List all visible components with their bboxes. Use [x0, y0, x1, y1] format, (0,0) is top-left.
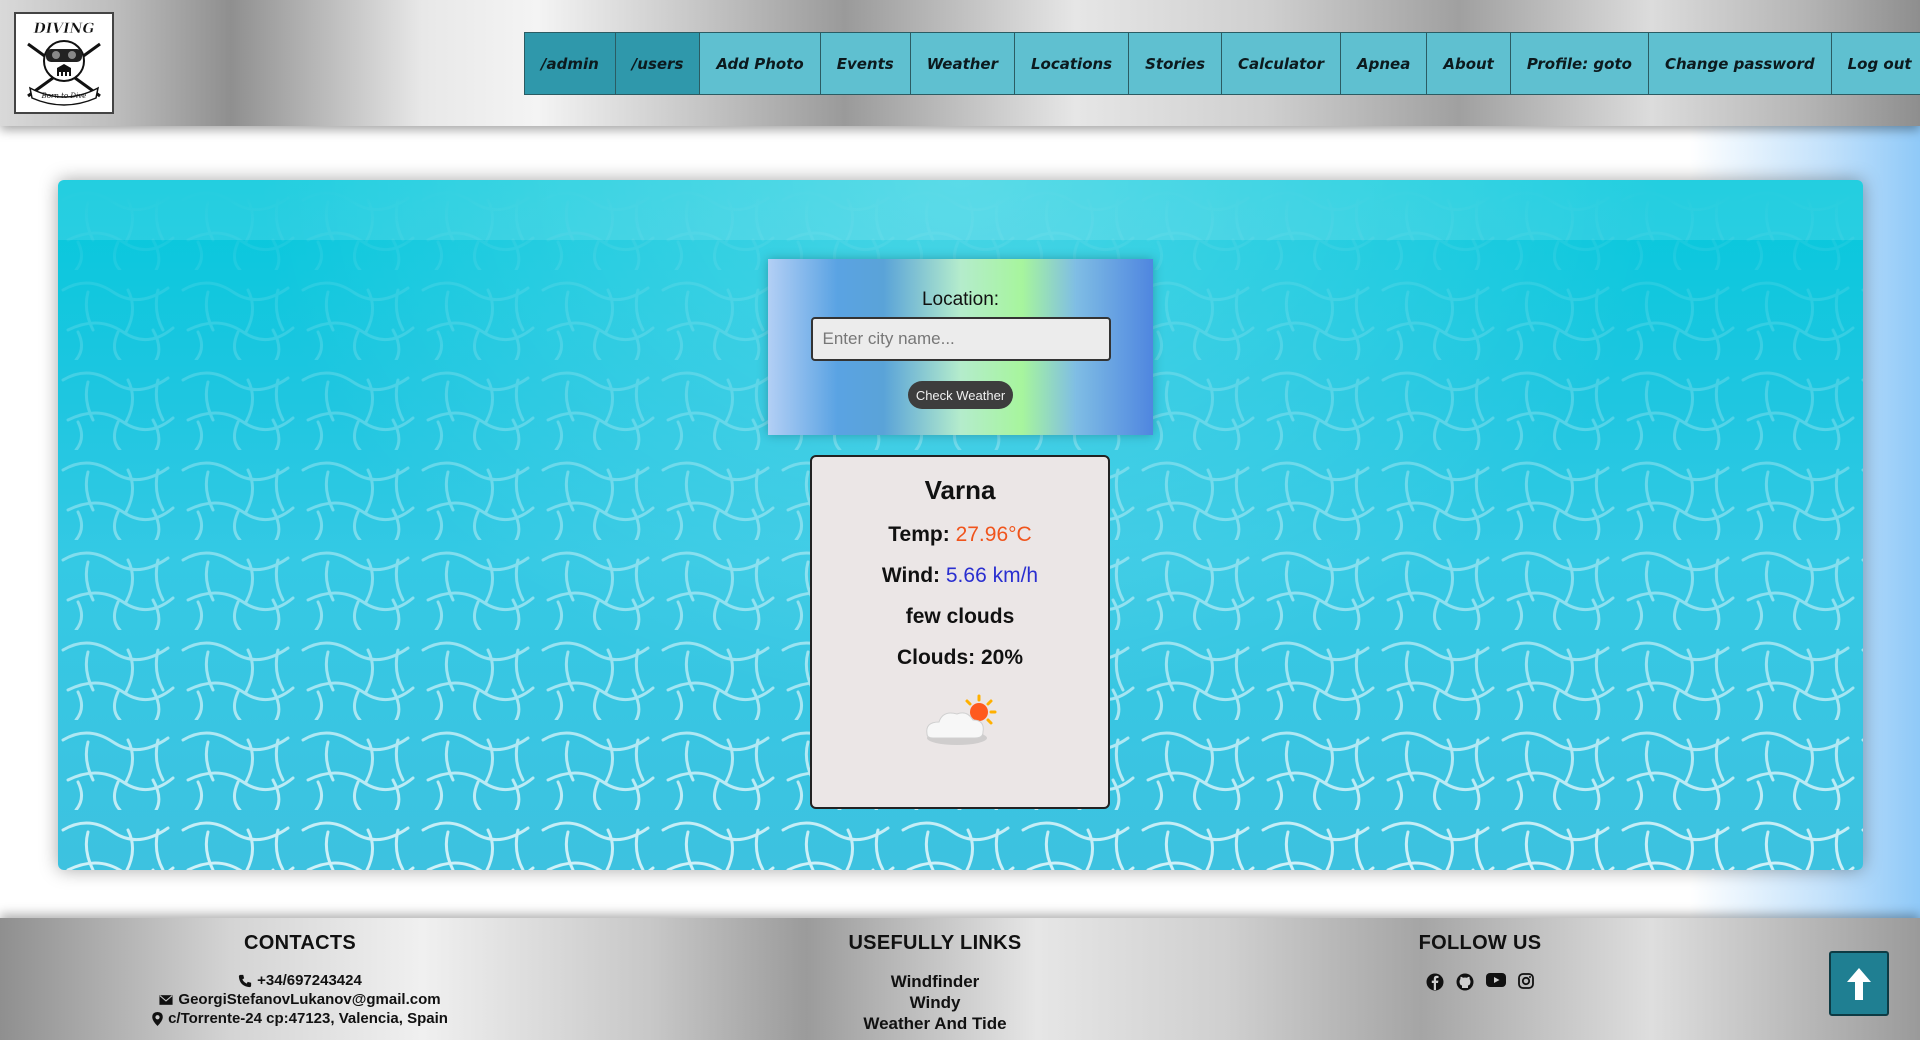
- contacts-title: CONTACTS: [243, 932, 357, 954]
- diving-skull-logo-icon: DIVING Born to Dive: [27, 21, 101, 106]
- link-windfinder[interactable]: Windfinder: [835, 971, 1035, 992]
- phone-number: +34/697243424: [257, 972, 362, 989]
- nav-apnea[interactable]: Apnea: [1341, 33, 1428, 94]
- facebook-icon[interactable]: [1426, 973, 1444, 991]
- clouds-row: Clouds: 20%: [897, 646, 1023, 670]
- contact-email: GeorgiStefanovLukanov@gmail.com: [140, 990, 460, 1009]
- social-links: [1380, 973, 1580, 991]
- temp-value: 27.96°C: [955, 523, 1032, 546]
- location-search-panel: Location: Check Weather: [768, 259, 1153, 435]
- github-icon[interactable]: [1456, 973, 1474, 991]
- city-name-input[interactable]: [810, 317, 1111, 361]
- follow-us-title: FOLLOW US: [1418, 932, 1542, 954]
- nav-events[interactable]: Events: [820, 33, 911, 94]
- temp-label: Temp:: [888, 523, 950, 546]
- arrow-up-icon: [1847, 967, 1871, 1000]
- site-logo[interactable]: DIVING Born to Dive: [14, 12, 114, 114]
- useful-links-section: USEFULLY LINKS Windfinder Windy Weather …: [835, 932, 1035, 1034]
- few-clouds-icon: [917, 692, 1003, 753]
- contact-phone: +34/697243424: [140, 971, 460, 990]
- nav-admin[interactable]: /admin: [525, 33, 616, 94]
- useful-links-title: USEFULLY LINKS: [848, 932, 1022, 954]
- main-nav: /admin /users Add Photo Events Weather L…: [524, 32, 1920, 95]
- nav-profile[interactable]: Profile: goto: [1510, 33, 1649, 94]
- nav-calculator[interactable]: Calculator: [1222, 33, 1342, 94]
- site-header: DIVING Born to Dive /admin /users Add Ph…: [0, 0, 1920, 126]
- nav-locations[interactable]: Locations: [1015, 33, 1130, 94]
- city-name: Varna: [924, 475, 996, 505]
- wind-value: 5.66 km/h: [945, 564, 1039, 587]
- weather-description: few clouds: [905, 605, 1015, 628]
- location-label: Location:: [921, 289, 1000, 310]
- nav-about[interactable]: About: [1427, 33, 1511, 94]
- contact-address: c/Torrente-24 cp:47123, Valencia, Spain: [140, 1009, 460, 1028]
- nav-weather[interactable]: Weather: [910, 33, 1015, 94]
- site-footer: CONTACTS +34/697243424 GeorgiStefanovLuk…: [0, 918, 1920, 1040]
- wind-row: Wind: 5.66 km/h: [882, 564, 1038, 588]
- logo-motto: Born to Dive: [41, 92, 87, 100]
- wind-label: Wind:: [881, 564, 941, 587]
- nav-users[interactable]: /users: [615, 33, 701, 94]
- logo-title: DIVING: [33, 21, 95, 37]
- phone-icon: [239, 974, 252, 987]
- nav-change-password[interactable]: Change password: [1648, 33, 1832, 94]
- link-windy[interactable]: Windy: [835, 992, 1035, 1013]
- temperature-row: Temp: 27.96°C: [888, 523, 1031, 547]
- contacts-section: CONTACTS +34/697243424 GeorgiStefanovLuk…: [140, 932, 460, 1028]
- instagram-icon[interactable]: [1518, 973, 1534, 991]
- nav-log-out[interactable]: Log out: [1831, 33, 1920, 94]
- follow-us-section: FOLLOW US: [1380, 932, 1580, 991]
- scroll-to-top-button[interactable]: [1829, 951, 1889, 1016]
- weather-result-card: Varna Temp: 27.96°C Wind: 5.66 km/h few …: [810, 455, 1110, 809]
- check-weather-button[interactable]: Check Weather: [907, 381, 1014, 409]
- nav-add-photo[interactable]: Add Photo: [700, 33, 821, 94]
- link-weather-and-tide[interactable]: Weather And Tide: [835, 1013, 1035, 1034]
- nav-stories[interactable]: Stories: [1129, 33, 1223, 94]
- email-address: GeorgiStefanovLukanov@gmail.com: [178, 991, 441, 1008]
- youtube-icon[interactable]: [1486, 973, 1506, 991]
- clouds-value: 20%: [980, 646, 1024, 669]
- map-pin-icon: [152, 1011, 163, 1026]
- clouds-label: Clouds:: [896, 646, 976, 669]
- address-text: c/Torrente-24 cp:47123, Valencia, Spain: [168, 1010, 448, 1027]
- envelope-icon: [159, 994, 173, 1005]
